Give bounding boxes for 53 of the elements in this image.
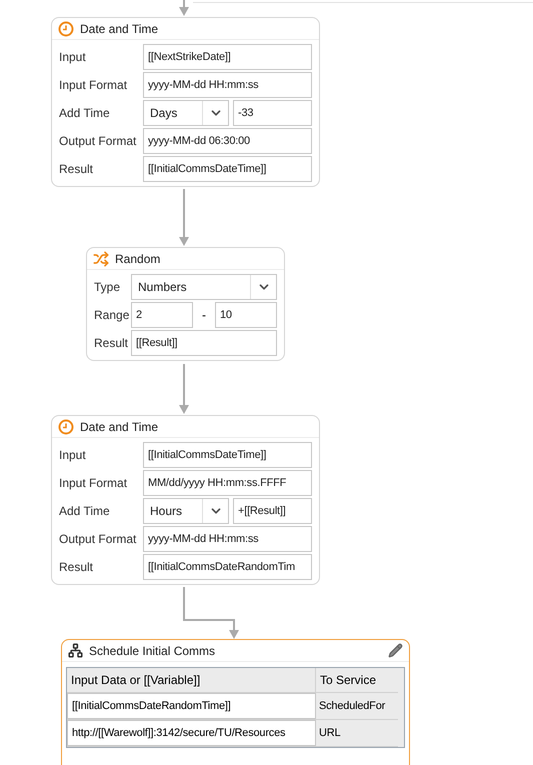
text-field[interactable]: -33	[233, 100, 312, 126]
node-title: Date and Time	[80, 418, 160, 436]
node-title: Date and Time	[80, 20, 160, 38]
connector-arrow	[178, 0, 190, 16]
connector-arrow	[178, 364, 190, 414]
dropdown[interactable]: Hours	[143, 498, 229, 524]
clock-icon	[58, 418, 74, 434]
workflow-node[interactable]: Date and Time Input [[NextStrikeDate]] Input Format yyyy-MM-dd HH:mm:ss Add Time Days -33 Output Format yyyy-MM-dd 06:30:00 Result [[InitialCommsDateTime]]	[51, 17, 320, 187]
connector-arrow	[178, 189, 190, 246]
dropdown[interactable]: Numbers	[131, 274, 277, 300]
field-label: Result	[59, 559, 94, 576]
range-separator: -	[201, 307, 207, 324]
field-label: Result	[94, 335, 130, 352]
field-label: Range	[94, 307, 130, 324]
text-field[interactable]: +[[Result]]	[233, 498, 312, 524]
text-field[interactable]: yyyy-MM-dd HH:mm:ss	[143, 72, 312, 98]
field-label: Type	[94, 279, 122, 296]
field-label: Add Time	[59, 503, 111, 520]
input-field[interactable]: http://[[Warewolf]]:3142/secure/TU/Resources	[67, 720, 316, 746]
text-field[interactable]: yyyy-MM-dd HH:mm:ss	[143, 526, 312, 552]
field-label: Result	[59, 161, 94, 178]
workflow-node[interactable]: Schedule Initial Comms Input Data or [[Variable]] To Service [[InitialCommsDateRandomTime]] ScheduledFor http://[[Warewolf]]:3142/secure/TU/Resources URL	[61, 639, 410, 765]
hierarchy-icon	[68, 643, 83, 658]
field-label: Input	[59, 49, 87, 66]
connector-arrow	[182, 587, 240, 639]
text-field[interactable]: 2	[131, 302, 193, 328]
column-header: Input Data or [[Variable]]	[67, 668, 316, 692]
field-label: Input Format	[59, 475, 128, 492]
text-field[interactable]: [[InitialCommsDateRandomTim	[143, 554, 312, 580]
field-label: Output Format	[59, 531, 138, 548]
text-field[interactable]: [[NextStrikeDate]]	[143, 44, 312, 70]
field-label: Output Format	[59, 133, 138, 150]
text-field[interactable]: [[InitialCommsDateTime]]	[143, 156, 312, 182]
field-label: Input	[59, 447, 87, 464]
node-title: Schedule Initial Comms	[89, 642, 216, 660]
table-cell-text: ScheduledFor	[318, 698, 386, 714]
table-cell-text: URL	[318, 726, 342, 741]
text-field[interactable]: [[InitialCommsDateTime]]	[143, 442, 312, 468]
column-header: To Service	[319, 672, 378, 689]
edit-icon[interactable]	[388, 643, 403, 658]
dropdown[interactable]: Days	[143, 100, 229, 126]
field-label: Add Time	[59, 105, 111, 122]
input-field[interactable]: [[InitialCommsDateRandomTime]]	[67, 693, 316, 719]
workflow-node[interactable]: Date and Time Input [[InitialCommsDateTime]] Input Format MM/dd/yyyy HH:mm:ss.FFFF Add Time Hours +[[Result]] Output Format yyyy-MM-dd HH:mm:ss Result [[InitialCommsDateRandomTim	[51, 415, 320, 585]
text-field[interactable]: 10	[215, 302, 277, 328]
text-field[interactable]: MM/dd/yyyy HH:mm:ss.FFFF	[143, 470, 312, 496]
field-label: Input Format	[59, 77, 128, 94]
shuffle-icon	[93, 250, 109, 266]
node-title: Random	[115, 250, 162, 268]
text-field[interactable]: [[Result]]	[131, 330, 277, 356]
text-field[interactable]: yyyy-MM-dd 06:30:00	[143, 128, 312, 154]
clock-icon	[58, 20, 74, 36]
workflow-node[interactable]: Random Type Numbers Range 2 - 10 Result [[Result]]	[86, 247, 285, 361]
